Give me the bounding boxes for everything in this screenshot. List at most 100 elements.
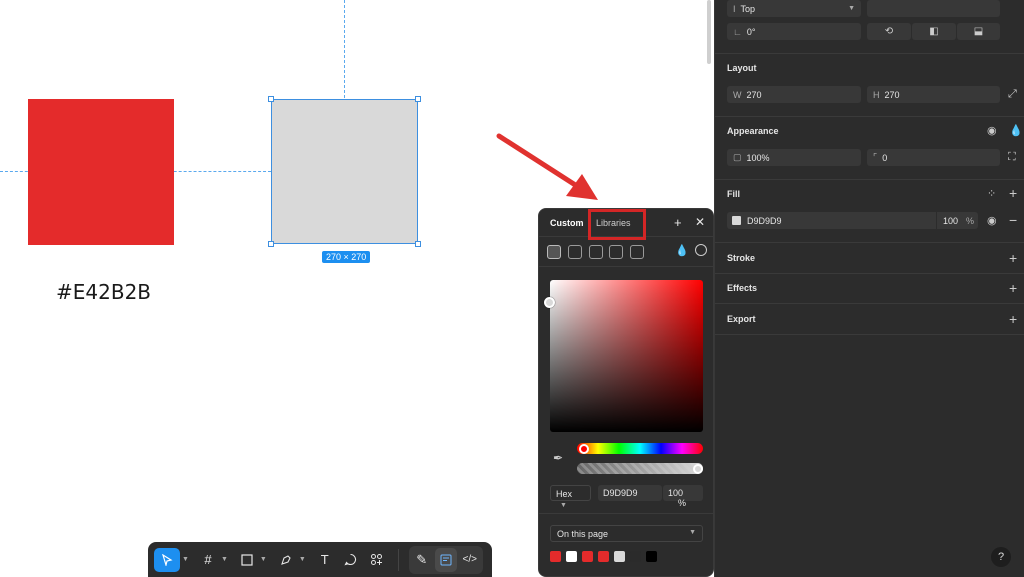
fill-row[interactable]: D9D9D9 100 % (727, 212, 978, 229)
selection-size-badge: 270 × 270 (322, 251, 371, 263)
chevron-down-icon[interactable]: ▼ (221, 556, 228, 563)
fill-section-title: Fill (727, 189, 740, 199)
hue-slider-knob[interactable] (579, 444, 589, 454)
flip-vertical-icon: ⬓ (973, 26, 984, 37)
canvas-scrollbar[interactable] (707, 0, 711, 64)
layer-opacity-value: 100% (746, 152, 770, 163)
width-input[interactable]: W 270 (727, 86, 861, 103)
close-icon[interactable]: ✕ (695, 215, 705, 229)
hex-value-input[interactable]: D9D9D9 (598, 485, 662, 501)
layout-section-title: Layout (727, 63, 757, 73)
image-paint-icon[interactable] (609, 245, 623, 259)
pen-icon (280, 554, 291, 565)
pattern-paint-icon[interactable] (589, 245, 603, 259)
selected-gray-rectangle[interactable] (271, 99, 418, 244)
height-input[interactable]: H 270 (867, 86, 1000, 103)
constraint-select[interactable]: I Top ▼ (727, 0, 861, 17)
color-swatch[interactable] (630, 551, 641, 562)
cursor-icon (162, 553, 173, 566)
linear-gradient-icon[interactable] (568, 245, 582, 259)
color-format-select[interactable]: Hex ▼ (550, 485, 591, 509)
layer-opacity-input[interactable]: ▢ 100% (727, 149, 861, 166)
add-fill-icon[interactable]: + (1009, 185, 1017, 201)
section-divider (715, 334, 1024, 335)
blend-mode-icon[interactable] (695, 244, 707, 256)
fill-color-swatch[interactable] (732, 216, 741, 225)
fill-opacity-value[interactable]: 100 (943, 216, 958, 226)
hue-slider[interactable] (577, 443, 703, 454)
comment-tool-button[interactable] (340, 548, 362, 572)
shape-tool-button[interactable] (236, 548, 258, 572)
resize-handle-top-left[interactable] (268, 96, 274, 102)
styles-grid-icon[interactable]: ⁘ (987, 187, 996, 200)
corner-radius-value: 0 (882, 152, 888, 163)
color-swatch[interactable] (582, 551, 593, 562)
section-divider (715, 303, 1024, 304)
comment-icon (344, 553, 357, 566)
tab-custom[interactable]: Custom (550, 218, 584, 228)
red-rectangle[interactable] (28, 99, 174, 245)
rotation-input[interactable]: ∟ 0° (727, 23, 861, 40)
eye-icon[interactable]: ◉ (987, 214, 997, 227)
resize-handle-top-right[interactable] (415, 96, 421, 102)
saturation-brightness-area[interactable] (550, 280, 703, 432)
export-section-title: Export (727, 314, 756, 324)
dev-mode-button[interactable]: </> (459, 548, 481, 572)
resize-to-fit-icon[interactable]: ⤢ (1008, 88, 1017, 101)
library-scope-select[interactable]: On this page ▼ (550, 525, 703, 542)
percent-label: % (678, 498, 687, 508)
add-export-icon[interactable]: + (1009, 311, 1017, 327)
fill-hex-value[interactable]: D9D9D9 (747, 216, 782, 226)
pen-tool-button[interactable] (275, 548, 297, 572)
vertical-constraint-icon: I (733, 3, 736, 14)
red-hex-label[interactable]: #E42B2B (56, 280, 151, 304)
resize-handle-bottom-right[interactable] (415, 241, 421, 247)
add-effect-icon[interactable]: + (1009, 280, 1017, 296)
chevron-down-icon[interactable]: ▼ (260, 556, 267, 563)
color-swatch[interactable] (646, 551, 657, 562)
actions-tool-button[interactable] (366, 548, 388, 572)
color-swatch[interactable] (566, 551, 577, 562)
flip-horizontal-button[interactable]: ◧ (912, 23, 956, 40)
text-tool-button[interactable]: T (314, 548, 336, 572)
draw-mode-button[interactable]: ✎ (411, 548, 433, 572)
help-button[interactable]: ? (991, 547, 1011, 567)
stroke-section-title: Stroke (727, 253, 756, 263)
constraint-value: Top (740, 3, 756, 14)
eye-icon[interactable]: ◉ (987, 124, 997, 137)
saturation-knob[interactable] (544, 297, 555, 308)
width-value: 270 (746, 89, 762, 100)
chevron-down-icon: ▼ (689, 529, 696, 536)
opacity-slider[interactable] (577, 463, 703, 474)
section-divider (715, 273, 1024, 274)
fill-row-divider (936, 212, 937, 229)
move-tool-button[interactable] (154, 547, 180, 572)
droplet-icon[interactable]: 💧 (1009, 124, 1023, 137)
color-swatch[interactable] (550, 551, 561, 562)
chevron-down-icon[interactable]: ▼ (299, 556, 306, 563)
chevron-down-icon[interactable]: ▼ (182, 556, 189, 563)
flip-vertical-button[interactable]: ⬓ (957, 23, 1000, 40)
rotation-value: 0° (746, 26, 756, 37)
frame-tool-button[interactable]: # (197, 548, 219, 572)
remove-fill-icon[interactable]: − (1009, 212, 1017, 228)
rotate-button[interactable]: ⟲ (867, 23, 911, 40)
plus-icon[interactable]: + (674, 215, 682, 230)
color-swatch[interactable] (598, 551, 609, 562)
video-paint-icon[interactable] (630, 245, 644, 259)
eyedropper-icon[interactable]: ✒ (553, 451, 563, 465)
corner-radius-input[interactable]: ⌜ 0 (867, 149, 1000, 166)
add-stroke-icon[interactable]: + (1009, 250, 1017, 266)
color-swatch[interactable] (614, 551, 625, 562)
opacity-slider-knob[interactable] (693, 464, 703, 474)
chevron-down-icon: ▼ (848, 5, 855, 12)
independent-corners-icon[interactable]: ⛶ (1008, 151, 1016, 164)
section-divider (715, 179, 1024, 180)
opacity-input[interactable]: 100 % (663, 485, 703, 508)
droplet-icon[interactable]: 💧 (675, 244, 689, 257)
constraint-preview[interactable] (867, 0, 1000, 17)
resize-handle-bottom-left[interactable] (268, 241, 274, 247)
section-divider (715, 116, 1024, 117)
solid-paint-icon[interactable] (547, 245, 561, 259)
design-mode-button[interactable] (434, 547, 457, 572)
